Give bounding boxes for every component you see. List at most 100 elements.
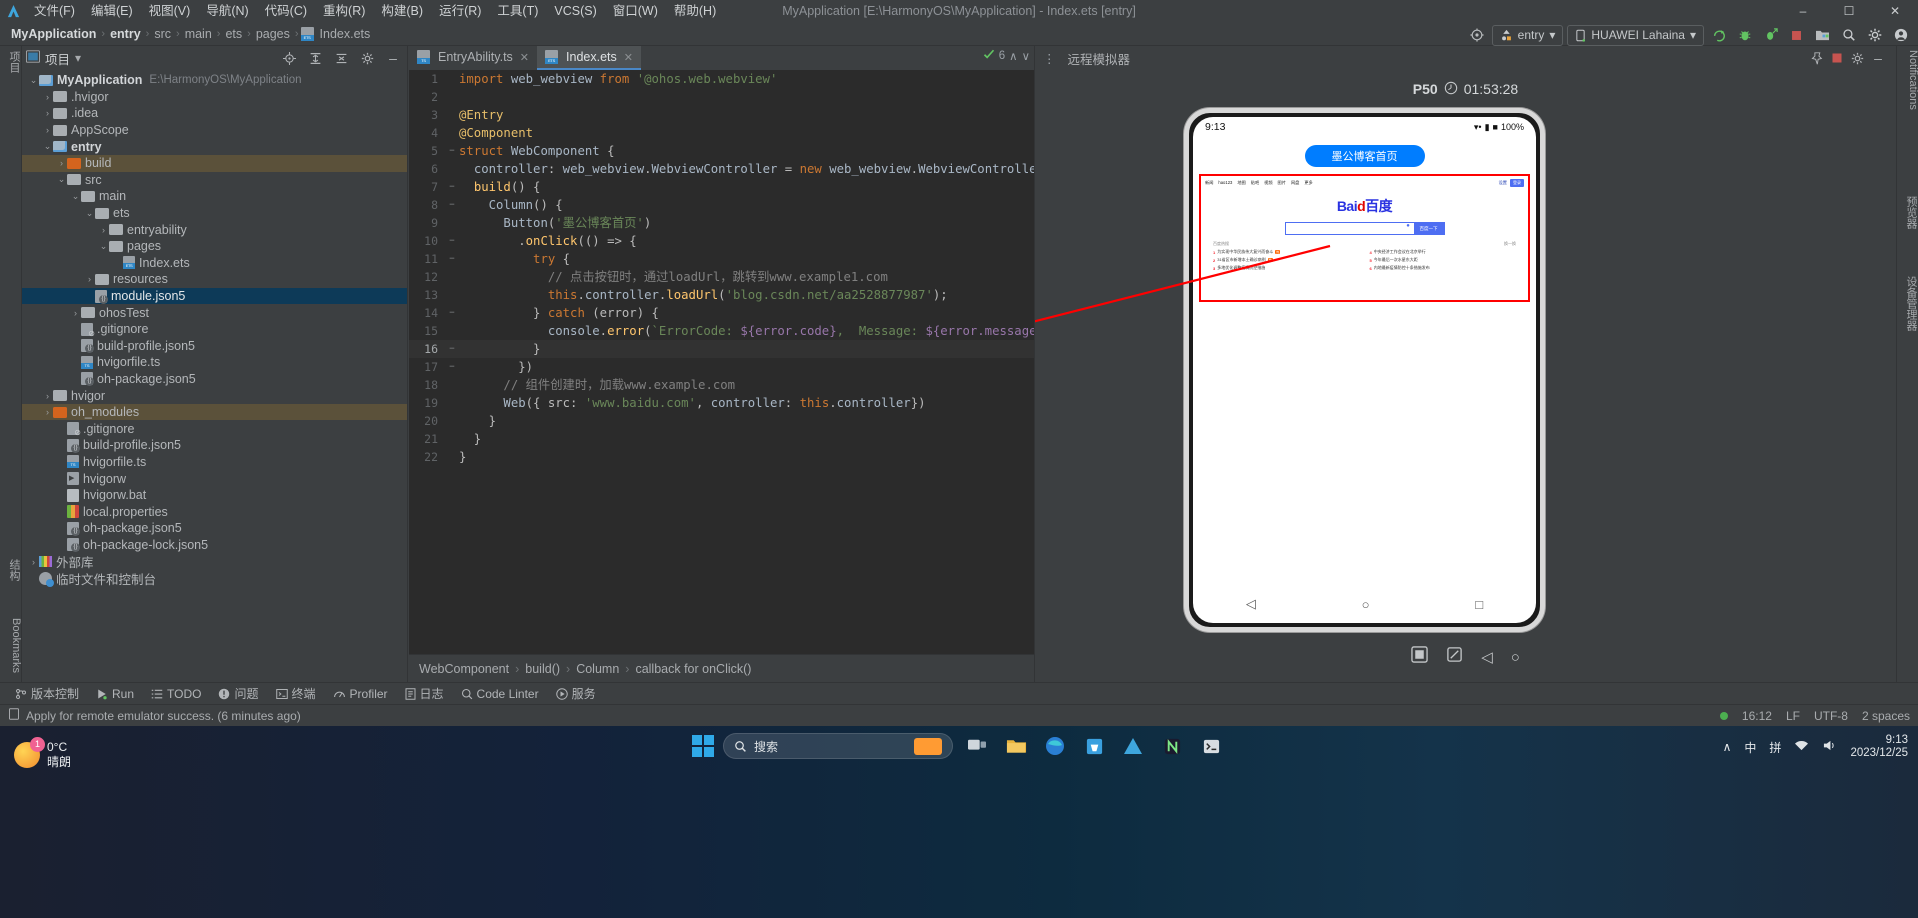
tab-index-ets[interactable]: Index.ets ✕: [537, 46, 641, 70]
collapse-all-icon[interactable]: [331, 48, 352, 68]
chevron-right-icon[interactable]: ›: [42, 125, 53, 135]
list-item[interactable]: 1 为实现中华民族伟大复兴而奋斗热: [1213, 249, 1360, 255]
code-line[interactable]: 22}: [409, 448, 1034, 466]
baidu-nav-map[interactable]: 地图: [1237, 180, 1245, 186]
list-item[interactable]: 6 内地最新疫情防控十条措施发布: [1370, 265, 1517, 271]
chevron-right-icon[interactable]: ›: [42, 108, 53, 118]
chevron-right-icon[interactable]: ›: [42, 407, 53, 417]
rail-item-bookmarks[interactable]: Bookmarks: [0, 613, 22, 678]
fold-marker[interactable]: −: [445, 196, 459, 214]
chevron-right-icon[interactable]: ›: [28, 557, 39, 567]
minimize-button[interactable]: –: [1780, 0, 1826, 22]
more-vertical-icon[interactable]: ⋮: [1043, 51, 1056, 66]
fold-marker[interactable]: −: [445, 250, 459, 268]
baidu-nav-hao123[interactable]: hao123: [1218, 180, 1232, 185]
code-line[interactable]: 6 controller: web_webview.WebviewControl…: [409, 160, 1034, 178]
chevron-down-icon[interactable]: ⌄: [84, 208, 95, 219]
baidu-nav-more[interactable]: 更多: [1304, 180, 1312, 186]
code-line[interactable]: 1 import web_webview from '@ohos.web.webv…: [409, 70, 1034, 88]
fold-marker[interactable]: −: [445, 358, 459, 376]
breadcrumb-src[interactable]: src: [151, 27, 174, 41]
chevron-down-icon[interactable]: ⌄: [98, 241, 109, 252]
fold-marker[interactable]: −: [445, 142, 459, 160]
gear-icon[interactable]: [1847, 48, 1868, 68]
tree-item-build-profile-json5[interactable]: build-profile.json5: [22, 338, 407, 355]
tree-item-build[interactable]: › build: [22, 154, 407, 172]
code-content[interactable]: 1 import web_webview from '@ohos.web.webv…: [409, 70, 1034, 654]
file-encoding[interactable]: UTF-8: [1814, 709, 1848, 723]
code-line[interactable]: 14− } catch (error) {: [409, 304, 1034, 322]
code-line[interactable]: 13 this.controller.loadUrl('blog.csdn.ne…: [409, 286, 1034, 304]
tree-item-entry[interactable]: ⌄ entry: [22, 138, 407, 155]
menu-item-help[interactable]: 帮助(H): [666, 0, 724, 22]
status-crumb-column[interactable]: Column: [576, 662, 619, 676]
device-manager-icon[interactable]: [1811, 25, 1834, 45]
rail-item-structure[interactable]: 结构: [0, 554, 22, 586]
previous-problem-icon[interactable]: ∧: [1009, 49, 1017, 63]
rotate-icon[interactable]: [1446, 646, 1463, 668]
list-item[interactable]: 4 中央经济工作会议在北京举行: [1370, 249, 1517, 255]
home-icon[interactable]: ○: [1511, 649, 1520, 666]
ime-mode-indicator[interactable]: 拼: [1769, 739, 1781, 756]
tree-item-myapplication[interactable]: ⌄ MyApplication E:\HarmonyOS\MyApplication: [22, 72, 407, 89]
rail-item-device-manager[interactable]: 设备管理器: [1897, 276, 1918, 331]
toolwindow-problems[interactable]: 问题: [211, 684, 265, 704]
terminal-icon[interactable]: [1196, 732, 1226, 760]
code-line[interactable]: 5− struct WebComponent {: [409, 142, 1034, 160]
chevron-right-icon[interactable]: ›: [42, 92, 53, 102]
tree-item-gitignore[interactable]: .gitignore: [22, 321, 407, 338]
tree-item-hvigorfile-ts[interactable]: hvigorfile.ts: [22, 354, 407, 371]
task-view-icon[interactable]: [962, 732, 992, 760]
baidu-search-box[interactable]: ● 百度一下: [1284, 222, 1445, 235]
app-primary-button[interactable]: 墨公博客首页: [1304, 145, 1425, 167]
menu-item-window[interactable]: 窗口(W): [605, 0, 666, 22]
baidu-search-input[interactable]: [1285, 223, 1403, 234]
tree-item-ets[interactable]: ⌄ ets: [22, 205, 407, 222]
status-message-group[interactable]: Apply for remote emulator success. (6 mi…: [8, 708, 301, 723]
close-button[interactable]: ✕: [1872, 0, 1918, 22]
debug-icon[interactable]: [1734, 25, 1756, 45]
screenshot-icon[interactable]: [1411, 646, 1428, 668]
tree-item-appscope[interactable]: › AppScope: [22, 122, 407, 139]
locate-icon[interactable]: [279, 48, 300, 68]
nav-home-icon[interactable]: ○: [1362, 597, 1370, 612]
run-icon[interactable]: [1708, 25, 1730, 45]
tab-entryability-ts[interactable]: EntryAbility.ts ✕: [409, 46, 537, 70]
code-line[interactable]: 20 }: [409, 412, 1034, 430]
nav-back-icon[interactable]: ◁: [1246, 596, 1256, 612]
status-crumb-component[interactable]: WebComponent: [419, 662, 509, 676]
microphone-icon[interactable]: ●: [1402, 223, 1414, 234]
tree-item-pages[interactable]: ⌄ pages: [22, 238, 407, 255]
tree-item-[interactable]: › 外部库: [22, 553, 407, 570]
code-line[interactable]: 19 Web({ src: 'www.baidu.com', controlle…: [409, 394, 1034, 412]
close-icon[interactable]: ✕: [520, 51, 529, 64]
tree-item-hvigorw-bat[interactable]: hvigorw.bat: [22, 487, 407, 504]
menu-item-view[interactable]: 视图(V): [141, 0, 199, 22]
fold-marker[interactable]: −: [445, 340, 459, 358]
breadcrumb-ets[interactable]: ets: [222, 27, 245, 41]
rail-item-notifications[interactable]: Notifications: [1897, 50, 1918, 110]
status-crumb-build[interactable]: build(): [525, 662, 560, 676]
profile-icon[interactable]: [1760, 25, 1782, 45]
code-line[interactable]: 2: [409, 88, 1034, 106]
expand-all-icon[interactable]: [305, 48, 326, 68]
network-icon[interactable]: [1794, 739, 1809, 755]
fold-marker[interactable]: −: [445, 232, 459, 250]
breadcrumb-entry[interactable]: entry: [107, 27, 144, 41]
nav-recents-icon[interactable]: □: [1475, 597, 1483, 612]
indent-setting[interactable]: 2 spaces: [1862, 709, 1910, 723]
tree-item-idea[interactable]: › .idea: [22, 105, 407, 122]
menu-item-navigate[interactable]: 导航(N): [198, 0, 256, 22]
gear-icon[interactable]: [1864, 25, 1886, 45]
module-selector[interactable]: entry ▾: [1491, 24, 1564, 46]
chevron-down-icon[interactable]: ▾: [75, 51, 81, 65]
toolwindow-services[interactable]: 服务: [549, 684, 603, 704]
tree-item-oh-package-json5[interactable]: oh-package.json5: [22, 520, 407, 537]
taskbar-clock[interactable]: 9:13 2023/12/25: [1850, 734, 1908, 760]
webview-baidu[interactable]: 新闻 hao123 地图 贴吧 视频 图片 网盘 更多 设置 登录 Baid百度: [1199, 174, 1530, 302]
toolwindow-terminal[interactable]: 终端: [269, 684, 323, 704]
toolwindow-profiler[interactable]: Profiler: [326, 684, 395, 704]
n-app-icon[interactable]: [1157, 732, 1187, 760]
menu-item-edit[interactable]: 编辑(E): [83, 0, 141, 22]
device-selector[interactable]: HUAWEI Lahaina ▾: [1567, 24, 1704, 46]
